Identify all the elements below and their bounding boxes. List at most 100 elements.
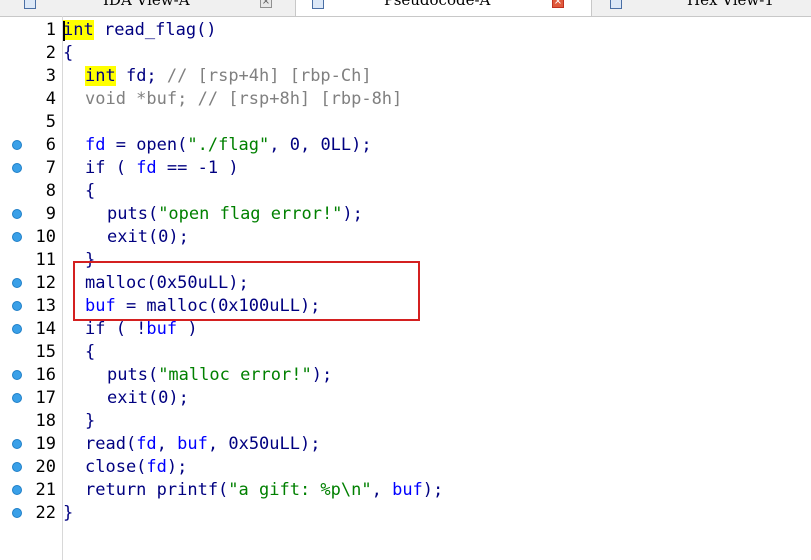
- code-line[interactable]: exit(0);: [107, 226, 189, 249]
- line-number: 20: [35, 457, 56, 477]
- line-number: 16: [35, 365, 56, 385]
- code-line[interactable]: fd = open("./flag", 0, 0LL);: [85, 134, 372, 157]
- gutter-row[interactable]: 5: [0, 111, 62, 134]
- code-line[interactable]: close(fd);: [85, 456, 187, 479]
- code-token: exit(0);: [107, 388, 189, 408]
- code-token: }: [85, 411, 96, 431]
- code-line[interactable]: read(fd, buf, 0x50uLL);: [85, 433, 320, 456]
- line-number: 6: [45, 135, 56, 155]
- code-token: "open flag error!": [158, 204, 343, 224]
- code-line[interactable]: puts("malloc error!");: [107, 364, 332, 387]
- code-token: read_flag(): [93, 20, 217, 40]
- code-token: buf: [392, 480, 423, 500]
- code-line[interactable]: {: [85, 180, 95, 203]
- code-token: fd: [136, 434, 157, 454]
- line-number: 1: [45, 20, 56, 40]
- gutter-row[interactable]: 22: [0, 502, 62, 525]
- code-line[interactable]: void *buf; // [rsp+8h] [rbp-8h]: [85, 88, 402, 111]
- line-number: 17: [35, 388, 56, 408]
- code-token: if ( !: [85, 319, 147, 339]
- line-number: 7: [45, 158, 56, 178]
- line-number: 15: [35, 342, 56, 362]
- line-number: 5: [45, 112, 56, 132]
- line-number: 18: [35, 411, 56, 431]
- gutter-row[interactable]: 3: [0, 65, 62, 88]
- pseudocode-icon: [312, 0, 324, 9]
- code-line[interactable]: {: [85, 341, 95, 364]
- code-token: {: [63, 43, 74, 63]
- tab-bar: IDA View-A × Pseudocode-A × Hex View-1: [0, 0, 811, 17]
- gutter-row[interactable]: 12: [0, 272, 62, 295]
- gutter-row[interactable]: 11: [0, 249, 62, 272]
- code-line[interactable]: puts("open flag error!");: [107, 203, 363, 226]
- code-line[interactable]: return printf("a gift: %p\n", buf);: [85, 479, 443, 502]
- line-number: 21: [35, 480, 56, 500]
- code-token: );: [311, 365, 333, 385]
- close-icon[interactable]: ×: [260, 0, 272, 8]
- code-token: puts(: [107, 204, 159, 224]
- gutter-row[interactable]: 20: [0, 456, 62, 479]
- gutter-row[interactable]: 10: [0, 226, 62, 249]
- hex-view-icon: [610, 0, 622, 9]
- code-token: ): [177, 319, 198, 339]
- code-token: {: [85, 181, 96, 201]
- gutter-row[interactable]: 9: [0, 203, 62, 226]
- code-token: == -1 ): [156, 158, 239, 178]
- tab-pseudocode[interactable]: Pseudocode-A ×: [296, 0, 592, 16]
- line-number: 4: [45, 89, 56, 109]
- gutter-row[interactable]: 16: [0, 364, 62, 387]
- code-token: int: [63, 20, 94, 40]
- close-icon[interactable]: ×: [552, 0, 564, 8]
- line-number: 22: [35, 503, 56, 523]
- code-token: fd: [85, 135, 106, 155]
- gutter-row[interactable]: 19: [0, 433, 62, 456]
- tab-label: IDA View-A: [103, 0, 190, 9]
- line-number: 14: [35, 319, 56, 339]
- text-cursor: [63, 21, 65, 41]
- gutter-row[interactable]: 6: [0, 134, 62, 157]
- tab-ida-view[interactable]: IDA View-A ×: [0, 0, 296, 16]
- line-number: 11: [35, 250, 56, 270]
- code-token: , 0x50uLL);: [207, 434, 321, 454]
- code-token: buf: [177, 434, 208, 454]
- gutter-row[interactable]: 17: [0, 387, 62, 410]
- line-number: 12: [35, 273, 56, 293]
- code-token: int: [85, 66, 116, 86]
- code-token: read(: [85, 434, 137, 454]
- gutter-row[interactable]: 21: [0, 479, 62, 502]
- code-token: close(: [85, 457, 147, 477]
- code-line[interactable]: }: [85, 410, 95, 433]
- code-line[interactable]: }: [63, 502, 73, 525]
- code-token: fd: [146, 457, 167, 477]
- line-number: 9: [45, 204, 56, 224]
- gutter-row[interactable]: 4: [0, 88, 62, 111]
- code-token: ,: [156, 434, 178, 454]
- gutter-row[interactable]: 15: [0, 341, 62, 364]
- code-token: puts(: [107, 365, 159, 385]
- line-number-gutter[interactable]: 1 2 3 4 5 6 7 8 9 10 11 12 13 14 15 16 17 18 19 20 21 22: [0, 16, 62, 560]
- code-token: if (: [85, 158, 137, 178]
- code-line[interactable]: if ( fd == -1 ): [85, 157, 239, 180]
- code-token: }: [63, 503, 74, 523]
- line-number: 8: [45, 181, 56, 201]
- code-line[interactable]: int read_flag(): [63, 19, 217, 42]
- code-token: "malloc error!": [158, 365, 312, 385]
- code-line[interactable]: {: [63, 42, 73, 65]
- code-line[interactable]: int fd; // [rsp+4h] [rbp-Ch]: [85, 65, 372, 88]
- code-token: fd: [136, 158, 157, 178]
- code-line[interactable]: exit(0);: [107, 387, 189, 410]
- gutter-row[interactable]: 18: [0, 410, 62, 433]
- gutter-row[interactable]: 13: [0, 295, 62, 318]
- gutter-row[interactable]: 2: [0, 42, 62, 65]
- code-token: void *buf; // [rsp+8h] [rbp-8h]: [85, 89, 403, 109]
- code-token: );: [166, 457, 188, 477]
- gutter-row[interactable]: 7: [0, 157, 62, 180]
- gutter-row[interactable]: 8: [0, 180, 62, 203]
- gutter-row[interactable]: 14: [0, 318, 62, 341]
- code-line[interactable]: if ( !buf ): [85, 318, 198, 341]
- tab-hex-view[interactable]: Hex View-1: [592, 0, 811, 16]
- line-number: 19: [35, 434, 56, 454]
- gutter-row[interactable]: 1: [0, 19, 62, 42]
- code-token: "./flag": [187, 135, 270, 155]
- line-number: 2: [45, 43, 56, 63]
